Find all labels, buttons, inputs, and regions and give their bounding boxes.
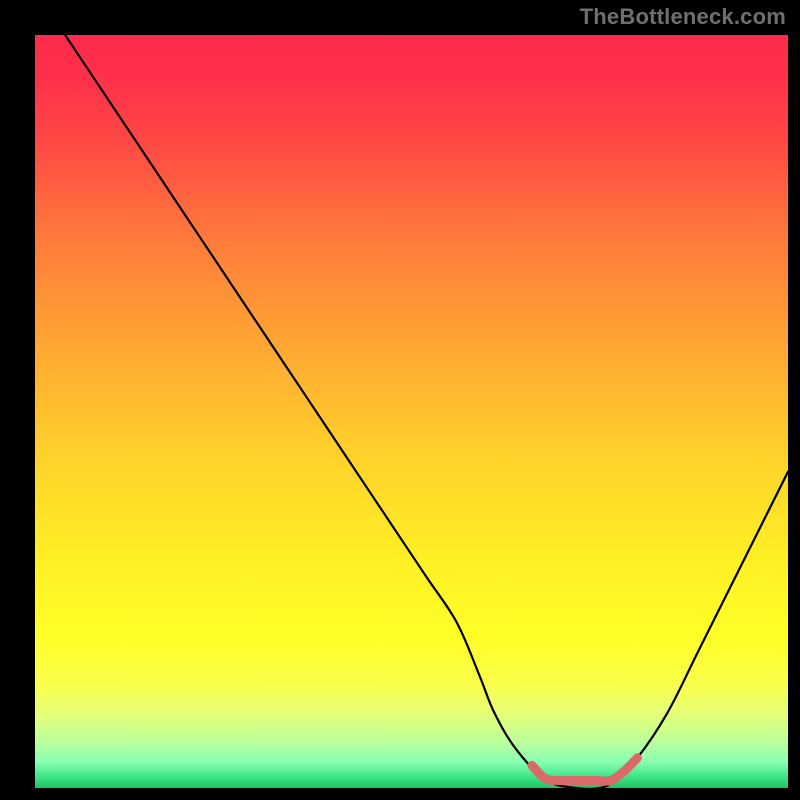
gradient-background	[35, 35, 788, 788]
watermark-label: TheBottleneck.com	[580, 4, 786, 30]
bottleneck-chart	[0, 0, 800, 800]
chart-frame: TheBottleneck.com	[0, 0, 800, 800]
